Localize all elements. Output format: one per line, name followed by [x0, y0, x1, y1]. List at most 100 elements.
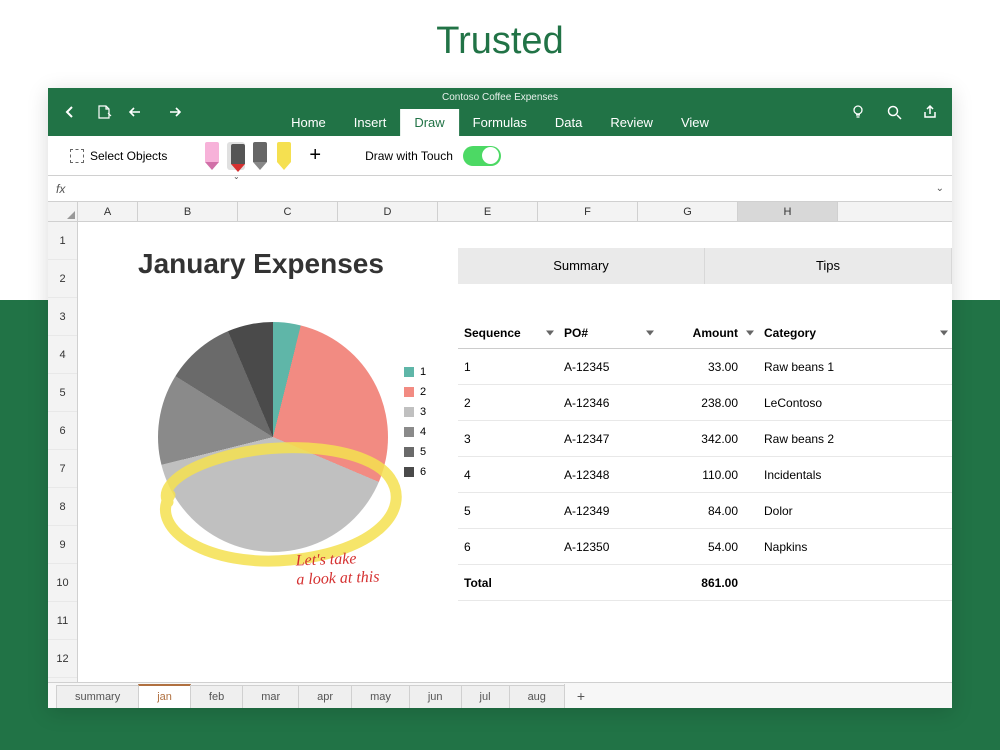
cell-seq[interactable]: 5 [458, 496, 558, 526]
search-icon[interactable] [884, 102, 904, 122]
sheet-tab-aug[interactable]: aug [509, 685, 565, 708]
sheet-tab-jun[interactable]: jun [409, 685, 462, 708]
cell-seq[interactable]: 3 [458, 424, 558, 454]
select-objects-button[interactable]: Select Objects [62, 145, 175, 167]
table-row[interactable]: 5A-1234984.00Dolor [458, 493, 952, 529]
row-header-8[interactable]: 8 [48, 488, 77, 526]
draw-with-touch: Draw with Touch [357, 142, 509, 170]
tab-formulas[interactable]: Formulas [459, 109, 541, 136]
row-header-4[interactable]: 4 [48, 336, 77, 374]
cell-amt[interactable]: 238.00 [658, 388, 758, 418]
table-header-sequence[interactable]: Sequence [458, 318, 558, 348]
cell-seq[interactable]: 1 [458, 352, 558, 382]
pen-tool-3[interactable] [275, 142, 293, 170]
formula-expand-icon[interactable]: ⌄ [936, 183, 944, 194]
back-icon[interactable] [60, 102, 80, 122]
lightbulb-icon[interactable] [848, 102, 868, 122]
draw-with-touch-toggle[interactable] [463, 146, 501, 166]
filter-dropdown-icon[interactable] [746, 331, 754, 336]
add-sheet-button[interactable]: + [564, 684, 597, 708]
cell-po[interactable]: A-12347 [558, 424, 658, 454]
select-all-corner[interactable] [48, 202, 78, 222]
data-tab-summary[interactable]: Summary [458, 248, 705, 284]
table-row[interactable]: 2A-12346238.00LeContoso [458, 385, 952, 421]
tab-draw[interactable]: Draw [400, 109, 458, 136]
cell-po[interactable]: A-12346 [558, 388, 658, 418]
column-header-E[interactable]: E [438, 202, 538, 221]
row-header-1[interactable]: 1 [48, 222, 77, 260]
row-header-2[interactable]: 2 [48, 260, 77, 298]
tab-review[interactable]: Review [596, 109, 667, 136]
cell-amt[interactable]: 342.00 [658, 424, 758, 454]
ink-text-annotation: Let's takea look at this [295, 549, 379, 590]
row-header-5[interactable]: 5 [48, 374, 77, 412]
cell-cat[interactable]: Incidentals [758, 460, 952, 490]
add-pen-button[interactable]: + [301, 144, 329, 167]
cell-seq[interactable]: 4 [458, 460, 558, 490]
cell-cat[interactable]: Dolor [758, 496, 952, 526]
row-header-12[interactable]: 12 [48, 640, 77, 678]
cell-seq[interactable]: 2 [458, 388, 558, 418]
column-header-B[interactable]: B [138, 202, 238, 221]
table-header-category[interactable]: Category [758, 318, 952, 348]
file-icon[interactable] [94, 102, 114, 122]
pen-tool-1[interactable]: ⌄ [227, 142, 245, 170]
sheet-tab-feb[interactable]: feb [190, 685, 243, 708]
cell-cat[interactable]: Napkins [758, 532, 952, 562]
column-header-F[interactable]: F [538, 202, 638, 221]
column-header-D[interactable]: D [338, 202, 438, 221]
table-row[interactable]: 3A-12347342.00Raw beans 2 [458, 421, 952, 457]
sheet-tab-may[interactable]: may [351, 685, 410, 708]
row-header-9[interactable]: 9 [48, 526, 77, 564]
cell-amt[interactable]: 54.00 [658, 532, 758, 562]
cell-po[interactable]: A-12350 [558, 532, 658, 562]
sheet-tab-apr[interactable]: apr [298, 685, 352, 708]
redo-icon[interactable] [162, 102, 182, 122]
column-header-A[interactable]: A [78, 202, 138, 221]
filter-dropdown-icon[interactable] [546, 331, 554, 336]
undo-icon[interactable] [128, 102, 148, 122]
pen-tool-0[interactable] [203, 142, 221, 170]
filter-dropdown-icon[interactable] [646, 331, 654, 336]
tab-data[interactable]: Data [541, 109, 596, 136]
table-header-po[interactable]: PO# [558, 318, 658, 348]
total-label: Total [458, 568, 558, 598]
pie-chart[interactable] [158, 322, 388, 552]
table-row[interactable]: 6A-1235054.00Napkins [458, 529, 952, 565]
ribbon-tabs: HomeInsertDrawFormulasDataReviewView [277, 109, 723, 136]
tab-home[interactable]: Home [277, 109, 340, 136]
cell-cat[interactable]: Raw beans 1 [758, 352, 952, 382]
table-row[interactable]: 4A-12348110.00Incidentals [458, 457, 952, 493]
data-tab-tips[interactable]: Tips [705, 248, 952, 284]
cell-po[interactable]: A-12349 [558, 496, 658, 526]
share-icon[interactable] [920, 102, 940, 122]
row-header-6[interactable]: 6 [48, 412, 77, 450]
cell-amt[interactable]: 110.00 [658, 460, 758, 490]
column-header-C[interactable]: C [238, 202, 338, 221]
cell-cat[interactable]: Raw beans 2 [758, 424, 952, 454]
column-header-G[interactable]: G [638, 202, 738, 221]
column-header-H[interactable]: H [738, 202, 838, 221]
row-header-7[interactable]: 7 [48, 450, 77, 488]
cell-cat[interactable]: LeContoso [758, 388, 952, 418]
fx-label: fx [56, 182, 65, 196]
row-header-10[interactable]: 10 [48, 564, 77, 602]
table-header-amount[interactable]: Amount [658, 318, 758, 348]
row-header-3[interactable]: 3 [48, 298, 77, 336]
cell-po[interactable]: A-12345 [558, 352, 658, 382]
cell-amt[interactable]: 33.00 [658, 352, 758, 382]
cell-po[interactable]: A-12348 [558, 460, 658, 490]
sheet-tab-summary[interactable]: summary [56, 685, 139, 708]
cell-amt[interactable]: 84.00 [658, 496, 758, 526]
sheet-tab-jan[interactable]: jan [138, 684, 191, 708]
table-row[interactable]: 1A-1234533.00Raw beans 1 [458, 349, 952, 385]
sheet-tab-mar[interactable]: mar [242, 685, 299, 708]
pen-tool-2[interactable] [251, 142, 269, 170]
sheet-tab-jul[interactable]: jul [461, 685, 510, 708]
tab-insert[interactable]: Insert [340, 109, 401, 136]
filter-dropdown-icon[interactable] [940, 331, 948, 336]
tab-view[interactable]: View [667, 109, 723, 136]
row-header-11[interactable]: 11 [48, 602, 77, 640]
formula-bar[interactable]: fx ⌄ [48, 176, 952, 202]
cell-seq[interactable]: 6 [458, 532, 558, 562]
